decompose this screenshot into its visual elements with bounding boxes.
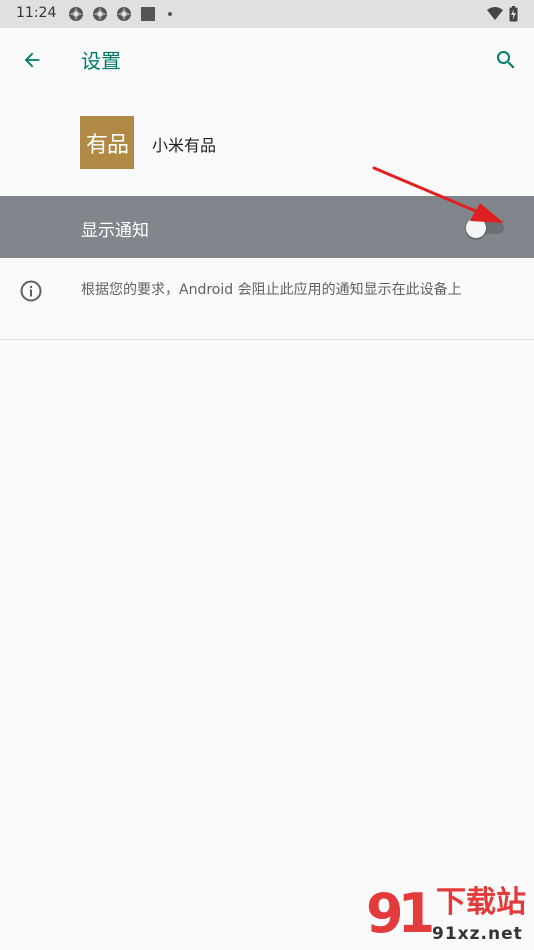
info-text: 根据您的要求，Android 会阻止此应用的通知显示在此设备上: [81, 282, 462, 298]
show-notifications-row[interactable]: 显示通知: [0, 196, 534, 258]
show-notifications-switch[interactable]: [466, 218, 504, 238]
notification-icons: [68, 6, 176, 22]
watermark-domain: 91xz.net: [432, 924, 523, 944]
app-header: 有品 小米有品: [0, 92, 534, 196]
site-watermark: 91 下载站 91xz.net: [362, 882, 534, 950]
watermark-title: 下载站: [436, 885, 526, 920]
square-icon: [141, 7, 155, 21]
status-right-icons: [487, 6, 518, 22]
watermark-logo: 91: [366, 882, 435, 945]
app-logo: 有品: [80, 116, 134, 169]
app-bar: 设置: [0, 28, 534, 92]
page-title: 设置: [81, 49, 121, 73]
info-icon: [20, 280, 42, 302]
status-time: 11:24: [16, 5, 57, 21]
switch-thumb: [466, 218, 486, 238]
settings-screen: 11:24 设置 有品 小米有品 显示通知 根据您的要求，Android 会阻止…: [0, 0, 534, 950]
status-bar: 11:24: [0, 0, 534, 28]
aperture-icon: [69, 7, 83, 21]
aperture-icon: [93, 7, 107, 21]
search-icon: [497, 51, 515, 69]
aperture-icon: [117, 7, 131, 21]
wifi-icon: [487, 7, 503, 20]
show-notifications-label: 显示通知: [81, 221, 149, 241]
app-name: 小米有品: [152, 136, 217, 155]
info-row: 根据您的要求，Android 会阻止此应用的通知显示在此设备上: [0, 258, 534, 340]
arrow-back-icon: [24, 52, 40, 68]
back-button[interactable]: [18, 46, 46, 74]
dot-icon: [168, 12, 172, 16]
battery-charging-icon: [509, 6, 518, 22]
search-button[interactable]: [492, 46, 520, 74]
